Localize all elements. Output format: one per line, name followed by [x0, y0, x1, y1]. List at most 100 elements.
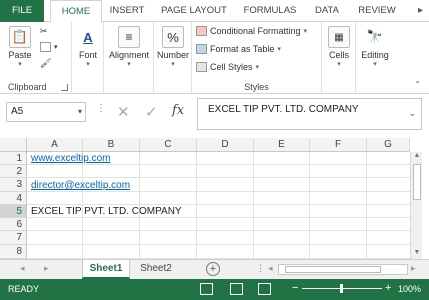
cell-styles-icon	[196, 62, 207, 72]
grid-column	[197, 152, 254, 259]
column-header-c[interactable]: C	[140, 138, 197, 152]
row-header-2[interactable]: 2	[0, 165, 27, 178]
expand-formula-bar-icon[interactable]: ⌄	[408, 108, 416, 119]
cell-styles-button[interactable]: Cell Styles ▾	[196, 62, 259, 72]
sheet-tab-sheet1[interactable]: Sheet1	[82, 260, 130, 279]
font-color-icon: A	[83, 29, 93, 45]
percent-icon: %	[162, 26, 184, 48]
styles-label: Styles	[244, 82, 269, 92]
vertical-scrollbar[interactable]: ▲ ▼	[410, 152, 422, 259]
tab-insert[interactable]: INSERT	[104, 0, 150, 22]
row-header-6[interactable]: 6	[0, 218, 27, 231]
font-group: A Font ▾	[72, 22, 104, 94]
zoom-in-icon[interactable]: +	[385, 282, 391, 294]
editing-button[interactable]: 🔭 Editing ▾	[358, 26, 392, 68]
scroll-down-icon[interactable]: ▼	[411, 249, 423, 259]
column-header-g[interactable]: G	[367, 138, 410, 152]
zoom-slider-knob[interactable]	[340, 284, 343, 293]
scissors-icon: ✂	[40, 26, 48, 36]
binoculars-icon: 🔭	[366, 29, 384, 44]
enter-icon[interactable]: ✓	[145, 103, 158, 121]
tab-split-grip-icon[interactable]: ⋮	[256, 263, 265, 274]
styles-group: Conditional Formatting ▾ Format as Table…	[192, 22, 322, 94]
sheet-tab-bar: ◂ ▸ Sheet1 Sheet2 + ⋮ ◂ ▸	[0, 259, 429, 279]
collapse-ribbon-icon[interactable]: ⌃	[414, 80, 421, 89]
row-header-8[interactable]: 8	[0, 245, 27, 259]
number-group: % Number ▾	[154, 22, 192, 94]
page-break-view-icon[interactable]	[258, 283, 271, 295]
next-sheet-icon[interactable]: ▸	[44, 263, 49, 274]
vertical-scroll-thumb[interactable]	[413, 164, 421, 200]
brush-icon: 🖌	[40, 58, 52, 68]
zoom-level[interactable]: 100%	[398, 284, 421, 294]
ribbon-tabs: FILE HOME INSERT PAGE LAYOUT FORMULAS DA…	[0, 0, 429, 23]
copy-button[interactable]: ▾	[40, 42, 58, 52]
alignment-button[interactable]: ≡ Alignment ▾	[106, 26, 152, 68]
chevron-down-icon: ▾	[18, 61, 22, 68]
cancel-icon[interactable]: ✕	[117, 103, 130, 121]
status-bar: READY − + 100%	[0, 279, 429, 300]
grid-column	[254, 152, 310, 259]
cell-a1[interactable]: www.exceltip.com	[31, 153, 110, 164]
row-header-4[interactable]: 4	[0, 192, 27, 205]
select-all-corner[interactable]	[0, 138, 27, 152]
insert-function-icon[interactable]: fx	[172, 103, 184, 118]
clipboard-launcher-icon[interactable]	[61, 84, 68, 91]
table-icon	[196, 44, 207, 54]
tab-page-layout[interactable]: PAGE LAYOUT	[156, 0, 232, 22]
scroll-up-icon[interactable]: ▲	[411, 152, 423, 162]
page-layout-view-icon[interactable]	[230, 283, 243, 295]
column-header-f[interactable]: F	[310, 138, 367, 152]
cell-a3[interactable]: director@exceltip.com	[31, 180, 130, 191]
zoom-slider[interactable]	[302, 284, 382, 293]
paste-button[interactable]: 📋 Paste ▾	[6, 26, 34, 68]
scroll-right-icon[interactable]: ▸	[411, 263, 416, 274]
formula-bar-grip-icon[interactable]: ⋮	[96, 103, 106, 114]
font-button[interactable]: A Font ▾	[76, 26, 100, 69]
tab-file[interactable]: FILE	[0, 0, 44, 22]
tab-formulas[interactable]: FORMULAS	[236, 0, 304, 22]
formula-input[interactable]: EXCEL TIP PVT. LTD. COMPANY ⌄	[197, 98, 422, 130]
row-header-1[interactable]: 1	[0, 152, 27, 165]
tab-home[interactable]: HOME	[50, 0, 102, 23]
scroll-left-icon[interactable]: ◂	[268, 263, 273, 274]
align-lines-icon: ≡	[118, 26, 140, 48]
zoom-out-icon[interactable]: −	[292, 282, 298, 294]
format-as-table-button[interactable]: Format as Table ▾	[196, 44, 281, 54]
column-header-d[interactable]: D	[197, 138, 254, 152]
name-box[interactable]: A5 ▾	[6, 102, 86, 122]
more-tabs-icon[interactable]: ▸	[418, 0, 423, 22]
tab-review[interactable]: REVIEW	[352, 0, 402, 22]
cells-group: ▦ Cells ▾	[322, 22, 356, 94]
cut-button[interactable]: ✂	[40, 26, 48, 37]
format-painter-button[interactable]: 🖌	[40, 58, 51, 69]
cell-a5[interactable]: EXCEL TIP PVT. LTD. COMPANY	[31, 206, 182, 217]
row-header-7[interactable]: 7	[0, 231, 27, 245]
prev-sheet-icon[interactable]: ◂	[20, 263, 25, 274]
cells-grid-icon: ▦	[328, 26, 350, 48]
grid-column	[310, 152, 367, 259]
cells-button[interactable]: ▦ Cells ▾	[326, 26, 352, 68]
number-button[interactable]: % Number ▾	[156, 26, 190, 68]
ribbon: 📋 Paste ▾ ✂ ▾ 🖌 Clipboard A Font ▾ ≡ Ali…	[0, 22, 429, 94]
worksheet-grid: A B C D E F G 1 2 3 4 5 6 7 8 www.excelt…	[0, 138, 410, 259]
column-header-e[interactable]: E	[254, 138, 310, 152]
conditional-formatting-icon	[196, 26, 207, 36]
horizontal-scrollbar[interactable]	[278, 264, 408, 275]
sheet-tab-sheet2[interactable]: Sheet2	[134, 260, 178, 279]
horizontal-scroll-thumb[interactable]	[285, 266, 381, 273]
normal-view-icon[interactable]	[200, 283, 213, 295]
conditional-formatting-button[interactable]: Conditional Formatting ▾	[196, 26, 307, 36]
clipboard-icon: 📋	[9, 26, 31, 48]
row-header-5[interactable]: 5	[0, 205, 27, 218]
copy-icon	[40, 42, 51, 52]
column-header-b[interactable]: B	[83, 138, 140, 152]
tab-data[interactable]: DATA	[308, 0, 346, 22]
formula-bar: A5 ▾ ⋮ ✕ ✓ fx EXCEL TIP PVT. LTD. COMPAN…	[0, 98, 429, 132]
chevron-down-icon[interactable]: ▾	[78, 103, 82, 121]
editing-group: 🔭 Editing ▾	[356, 22, 394, 94]
add-sheet-icon[interactable]: +	[206, 262, 220, 276]
clipboard-group: 📋 Paste ▾ ✂ ▾ 🖌 Clipboard	[0, 22, 72, 94]
column-header-a[interactable]: A	[27, 138, 83, 152]
row-header-3[interactable]: 3	[0, 178, 27, 192]
